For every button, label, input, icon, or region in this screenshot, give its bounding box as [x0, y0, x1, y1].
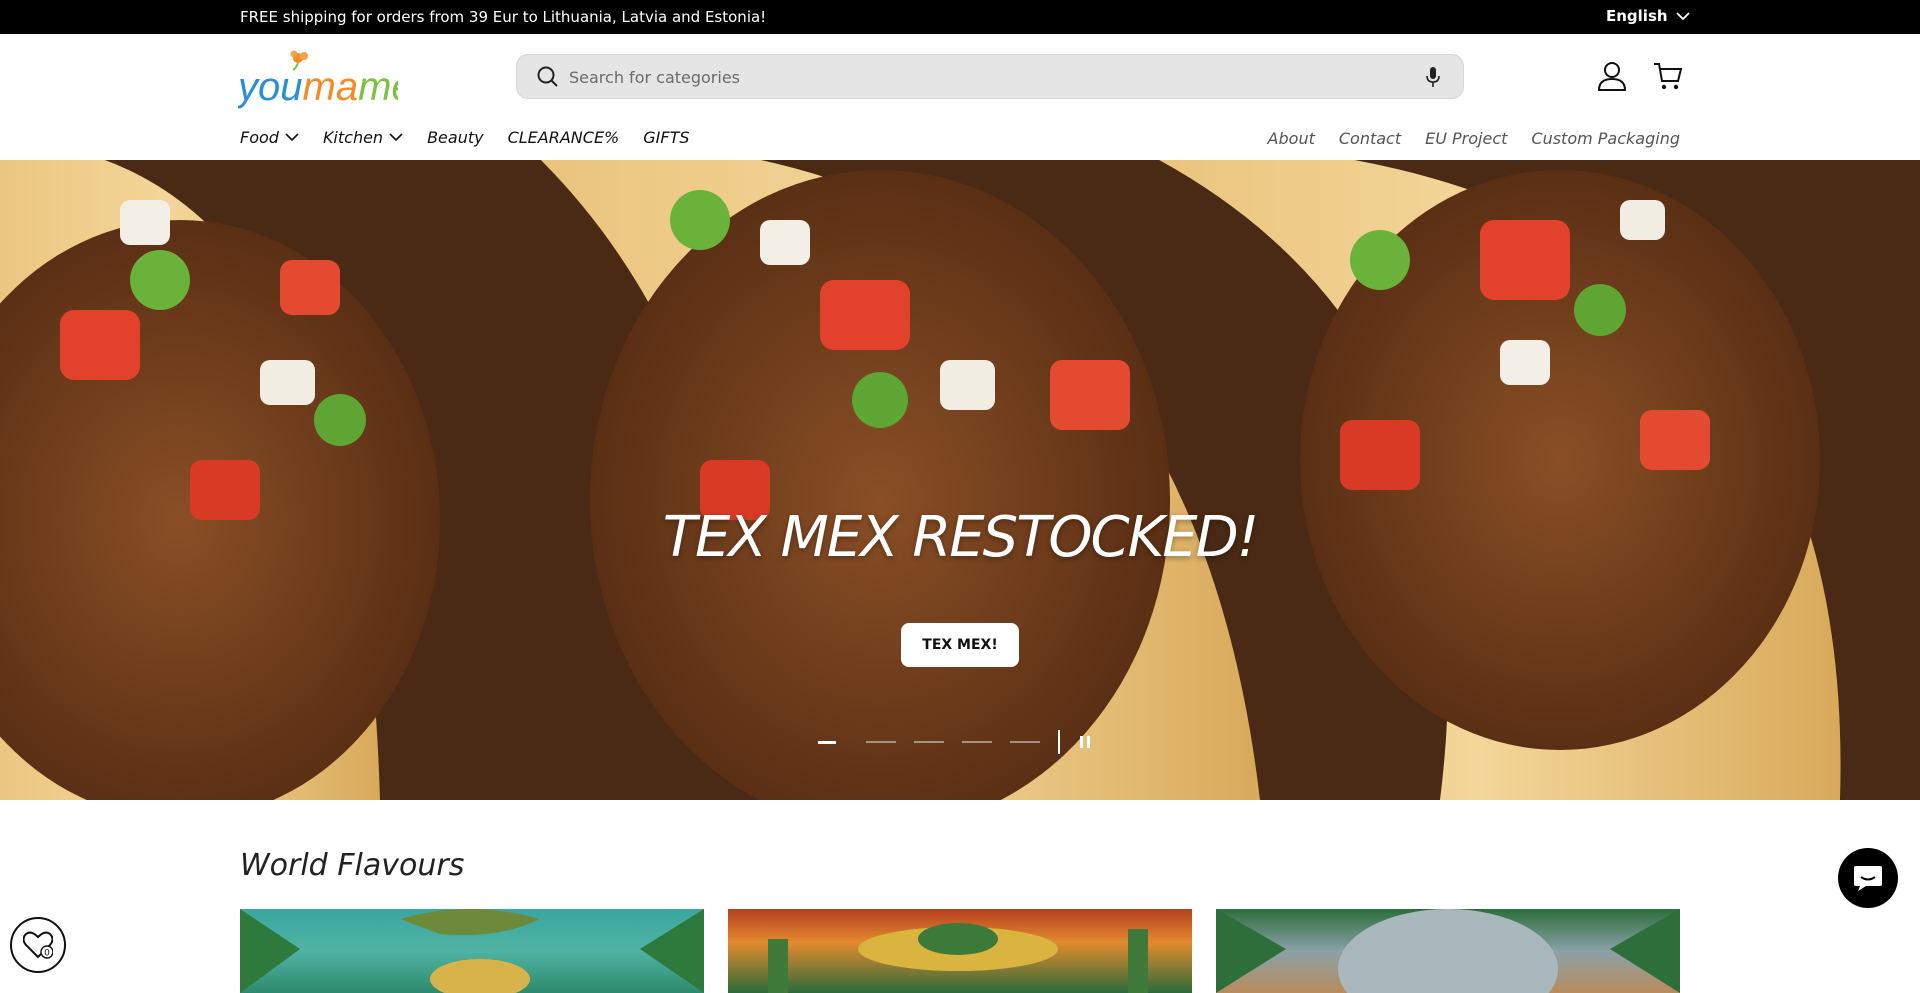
wishlist-count: 0 — [44, 949, 50, 959]
language-selector[interactable]: English — [1606, 7, 1690, 25]
nav-link-custom-packaging[interactable]: Custom Packaging — [1531, 129, 1680, 148]
hero-cta-button[interactable]: TEX MEX! — [901, 623, 1019, 667]
nav-item-label: Beauty — [427, 128, 484, 147]
microphone-icon[interactable] — [1425, 66, 1441, 88]
chevron-down-icon — [389, 133, 403, 142]
chat-icon — [1854, 866, 1882, 891]
chevron-down-icon — [285, 133, 299, 142]
section-title: World Flavours — [240, 848, 465, 883]
chat-button[interactable] — [1838, 848, 1898, 908]
search-bar[interactable] — [516, 54, 1464, 99]
nav-link-about[interactable]: About — [1268, 129, 1315, 148]
nav-item-clearance[interactable]: CLEARANCE% — [508, 128, 620, 147]
nav-item-label: CLEARANCE% — [507, 128, 620, 147]
nav-link-eu-project[interactable]: EU Project — [1425, 129, 1507, 148]
site-header: youmame Food Kitchen Beauty CLEARANCE% G… — [0, 34, 1920, 160]
slideshow-divider — [1058, 730, 1060, 754]
hero-title: TEX MEX RESTOCKED! — [662, 505, 1260, 570]
search-input[interactable] — [569, 64, 1369, 90]
announcement-bar: FREE shipping for orders from 39 Eur to … — [0, 0, 1920, 34]
language-label: English — [1606, 7, 1668, 25]
collection-card[interactable] — [728, 909, 1192, 993]
slideshow-controls — [818, 730, 1090, 754]
nav-item-beauty[interactable]: Beauty — [427, 128, 484, 147]
account-icon[interactable] — [1596, 60, 1628, 92]
cart-icon[interactable] — [1652, 60, 1684, 92]
nav-item-kitchen[interactable]: Kitchen — [323, 128, 403, 147]
collection-card[interactable] — [240, 909, 704, 993]
heart-icon: 0 — [23, 931, 53, 959]
pause-icon[interactable] — [1080, 736, 1090, 748]
announcement-message: FREE shipping for orders from 39 Eur to … — [240, 8, 767, 26]
hero-banner: TEX MEX RESTOCKED! TEX MEX! — [0, 160, 1920, 800]
chevron-down-icon — [1675, 11, 1690, 20]
slide-indicator-2[interactable] — [866, 741, 896, 743]
hero-image — [0, 160, 1920, 800]
slide-indicator-3[interactable] — [914, 741, 944, 743]
nav-item-label: Kitchen — [322, 128, 384, 147]
nav-item-label: Food — [240, 128, 279, 147]
nav-item-food[interactable]: Food — [240, 128, 299, 147]
collection-image — [768, 923, 1148, 993]
collection-image — [1216, 909, 1680, 993]
slide-indicator-4[interactable] — [962, 741, 992, 743]
collection-card[interactable] — [1216, 909, 1680, 993]
svg-text:youmame: youmame — [238, 65, 398, 109]
collection-image — [240, 909, 704, 993]
secondary-nav: About Contact EU Project Custom Packagin… — [1244, 129, 1680, 148]
slide-indicator-1[interactable] — [818, 740, 836, 744]
nav-item-label: GIFTS — [643, 128, 690, 147]
wishlist-button[interactable]: 0 — [10, 917, 66, 973]
main-nav: Food Kitchen Beauty CLEARANCE% GIFTS — [240, 128, 714, 147]
logo[interactable]: youmame — [235, 48, 414, 112]
search-icon[interactable] — [537, 66, 559, 88]
slide-indicator-5[interactable] — [1010, 741, 1040, 743]
nav-item-gifts[interactable]: GIFTS — [643, 128, 689, 147]
nav-link-contact[interactable]: Contact — [1339, 129, 1401, 148]
